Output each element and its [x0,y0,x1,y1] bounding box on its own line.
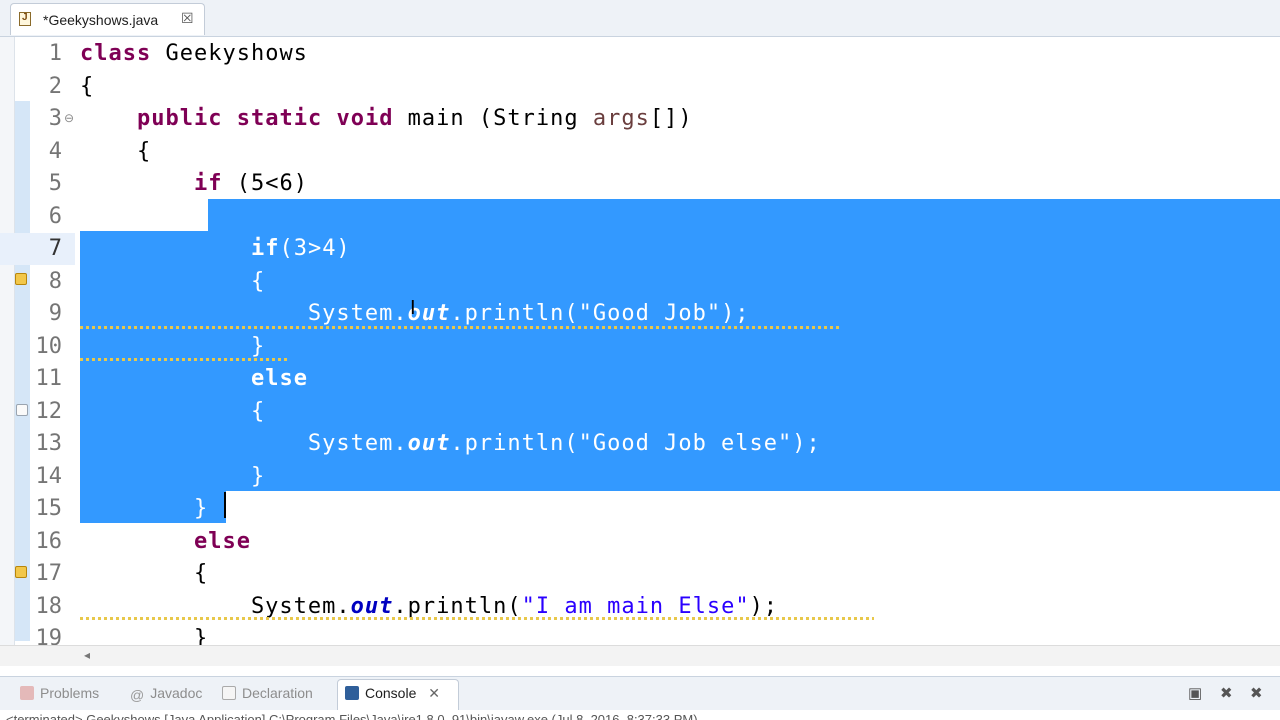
line-number: 18 [35,593,63,619]
code-line[interactable]: 14 } [0,461,1280,493]
fold-collapse-icon[interactable]: ⊖ [64,111,74,125]
ibeam-cursor-icon: I [410,297,416,319]
line-number: 16 [35,528,63,554]
editor-tab-geekyshows[interactable]: *Geekyshows.java ☒ [10,3,205,35]
line-number: 7 [48,236,62,261]
code-text: if(3>4) [250,236,351,261]
code-text: } [80,463,266,489]
code-line[interactable]: 17 { [0,558,1280,590]
warning-icon[interactable] [15,566,27,578]
line-number: 5 [48,171,62,196]
tab-javadoc-label: Javadoc [150,685,203,701]
code-text: { [80,268,266,294]
code-text: { [80,561,209,586]
line-number: 14 [35,463,63,489]
code-line[interactable]: 6 { [0,201,1280,233]
code-line[interactable]: 8 { [0,266,1280,298]
code-line[interactable]: 13 System.out.println("Good Job else"); [0,428,1280,460]
code-text: class Geekyshows [80,41,308,66]
code-editor[interactable]: 1 class Geekyshows 2{3 ⊖ public static void… [0,37,1280,645]
console-output: <terminated> Geekyshows [Java Applicatio… [0,710,1280,720]
tab-problems-label: Problems [40,685,100,701]
code-text: } [80,496,209,521]
code-text: else [193,528,251,554]
code-line[interactable]: 5 if (5<6) [0,168,1280,200]
warning-squiggle [80,617,874,620]
code-text: } [80,626,209,645]
code-line[interactable]: 1 class Geekyshows [0,38,1280,70]
code-line[interactable]: 4 { [0,136,1280,168]
tab-console[interactable]: Console ✕ [345,685,440,702]
code-line[interactable]: 19 } [0,623,1280,645]
code-text: { [80,203,209,229]
java-file-icon [19,12,31,26]
minimize-icon[interactable]: ▣ [1188,684,1202,702]
code-text: if (5<6) [193,171,308,196]
scroll-left-icon[interactable]: ◂ [84,648,90,662]
console-status-text: <terminated> Geekyshows [Java Applicatio… [6,712,698,720]
code-line[interactable]: 2{ [0,71,1280,103]
bottom-view-bar: Problems @ Javadoc Declaration Console ✕ … [0,676,1280,711]
code-line[interactable]: 7 if(3>4) [0,233,1280,265]
console-icon [345,686,359,700]
line-number: 9 [48,301,62,326]
line-number: 15 [35,496,63,521]
code-text: else [250,366,308,391]
line-number: 19 [35,626,63,645]
warning-squiggle [80,358,290,361]
editor-tab-title: *Geekyshows.java [43,12,159,28]
code-line[interactable]: 16 else [0,526,1280,558]
text-caret [224,492,226,518]
code-line[interactable]: 15 } [0,493,1280,525]
line-number: 3 [48,106,62,131]
code-text: } [80,333,266,359]
warning-icon[interactable] [15,273,27,285]
code-text: public static void main (String args[]) [136,106,693,131]
horizontal-scrollbar[interactable]: ◂ [0,645,1280,666]
tab-declaration-label: Declaration [242,685,313,701]
line-number: 1 [48,41,62,66]
problems-icon [20,686,34,700]
code-text: { [80,138,152,164]
tab-javadoc[interactable]: @ Javadoc [130,685,203,703]
code-text: System.out.println("Good Job else"); [80,431,821,456]
code-text: System.out.println("I am main Else"); [80,593,779,619]
code-text: { [80,398,266,424]
at-icon: @ [130,687,145,703]
line-number: 11 [35,366,63,391]
declaration-icon [222,686,236,700]
line-number: 10 [35,333,63,359]
close-icon[interactable]: ✕ [428,685,440,701]
line-number: 2 [48,73,62,99]
close-icon[interactable]: ☒ [181,10,194,27]
tab-console-label: Console [365,685,417,701]
remove-launches-icon[interactable]: ✖ [1250,684,1263,702]
code-line[interactable]: 11 else [0,363,1280,395]
warning-squiggle [80,326,842,329]
tab-declaration[interactable]: Declaration [222,685,313,701]
code-line[interactable]: 3 ⊖ public static void main (String args[… [0,103,1280,135]
code-text: { [80,73,95,99]
line-number: 4 [48,138,62,164]
line-number: 6 [48,203,62,229]
tab-problems[interactable]: Problems [20,685,99,701]
terminate-icon[interactable]: ✖ [1220,684,1233,702]
lock-icon [16,404,28,416]
editor-tab-bar: *Geekyshows.java ☒ [0,0,1280,37]
line-number: 13 [35,431,63,456]
code-line[interactable]: 12 { [0,396,1280,428]
